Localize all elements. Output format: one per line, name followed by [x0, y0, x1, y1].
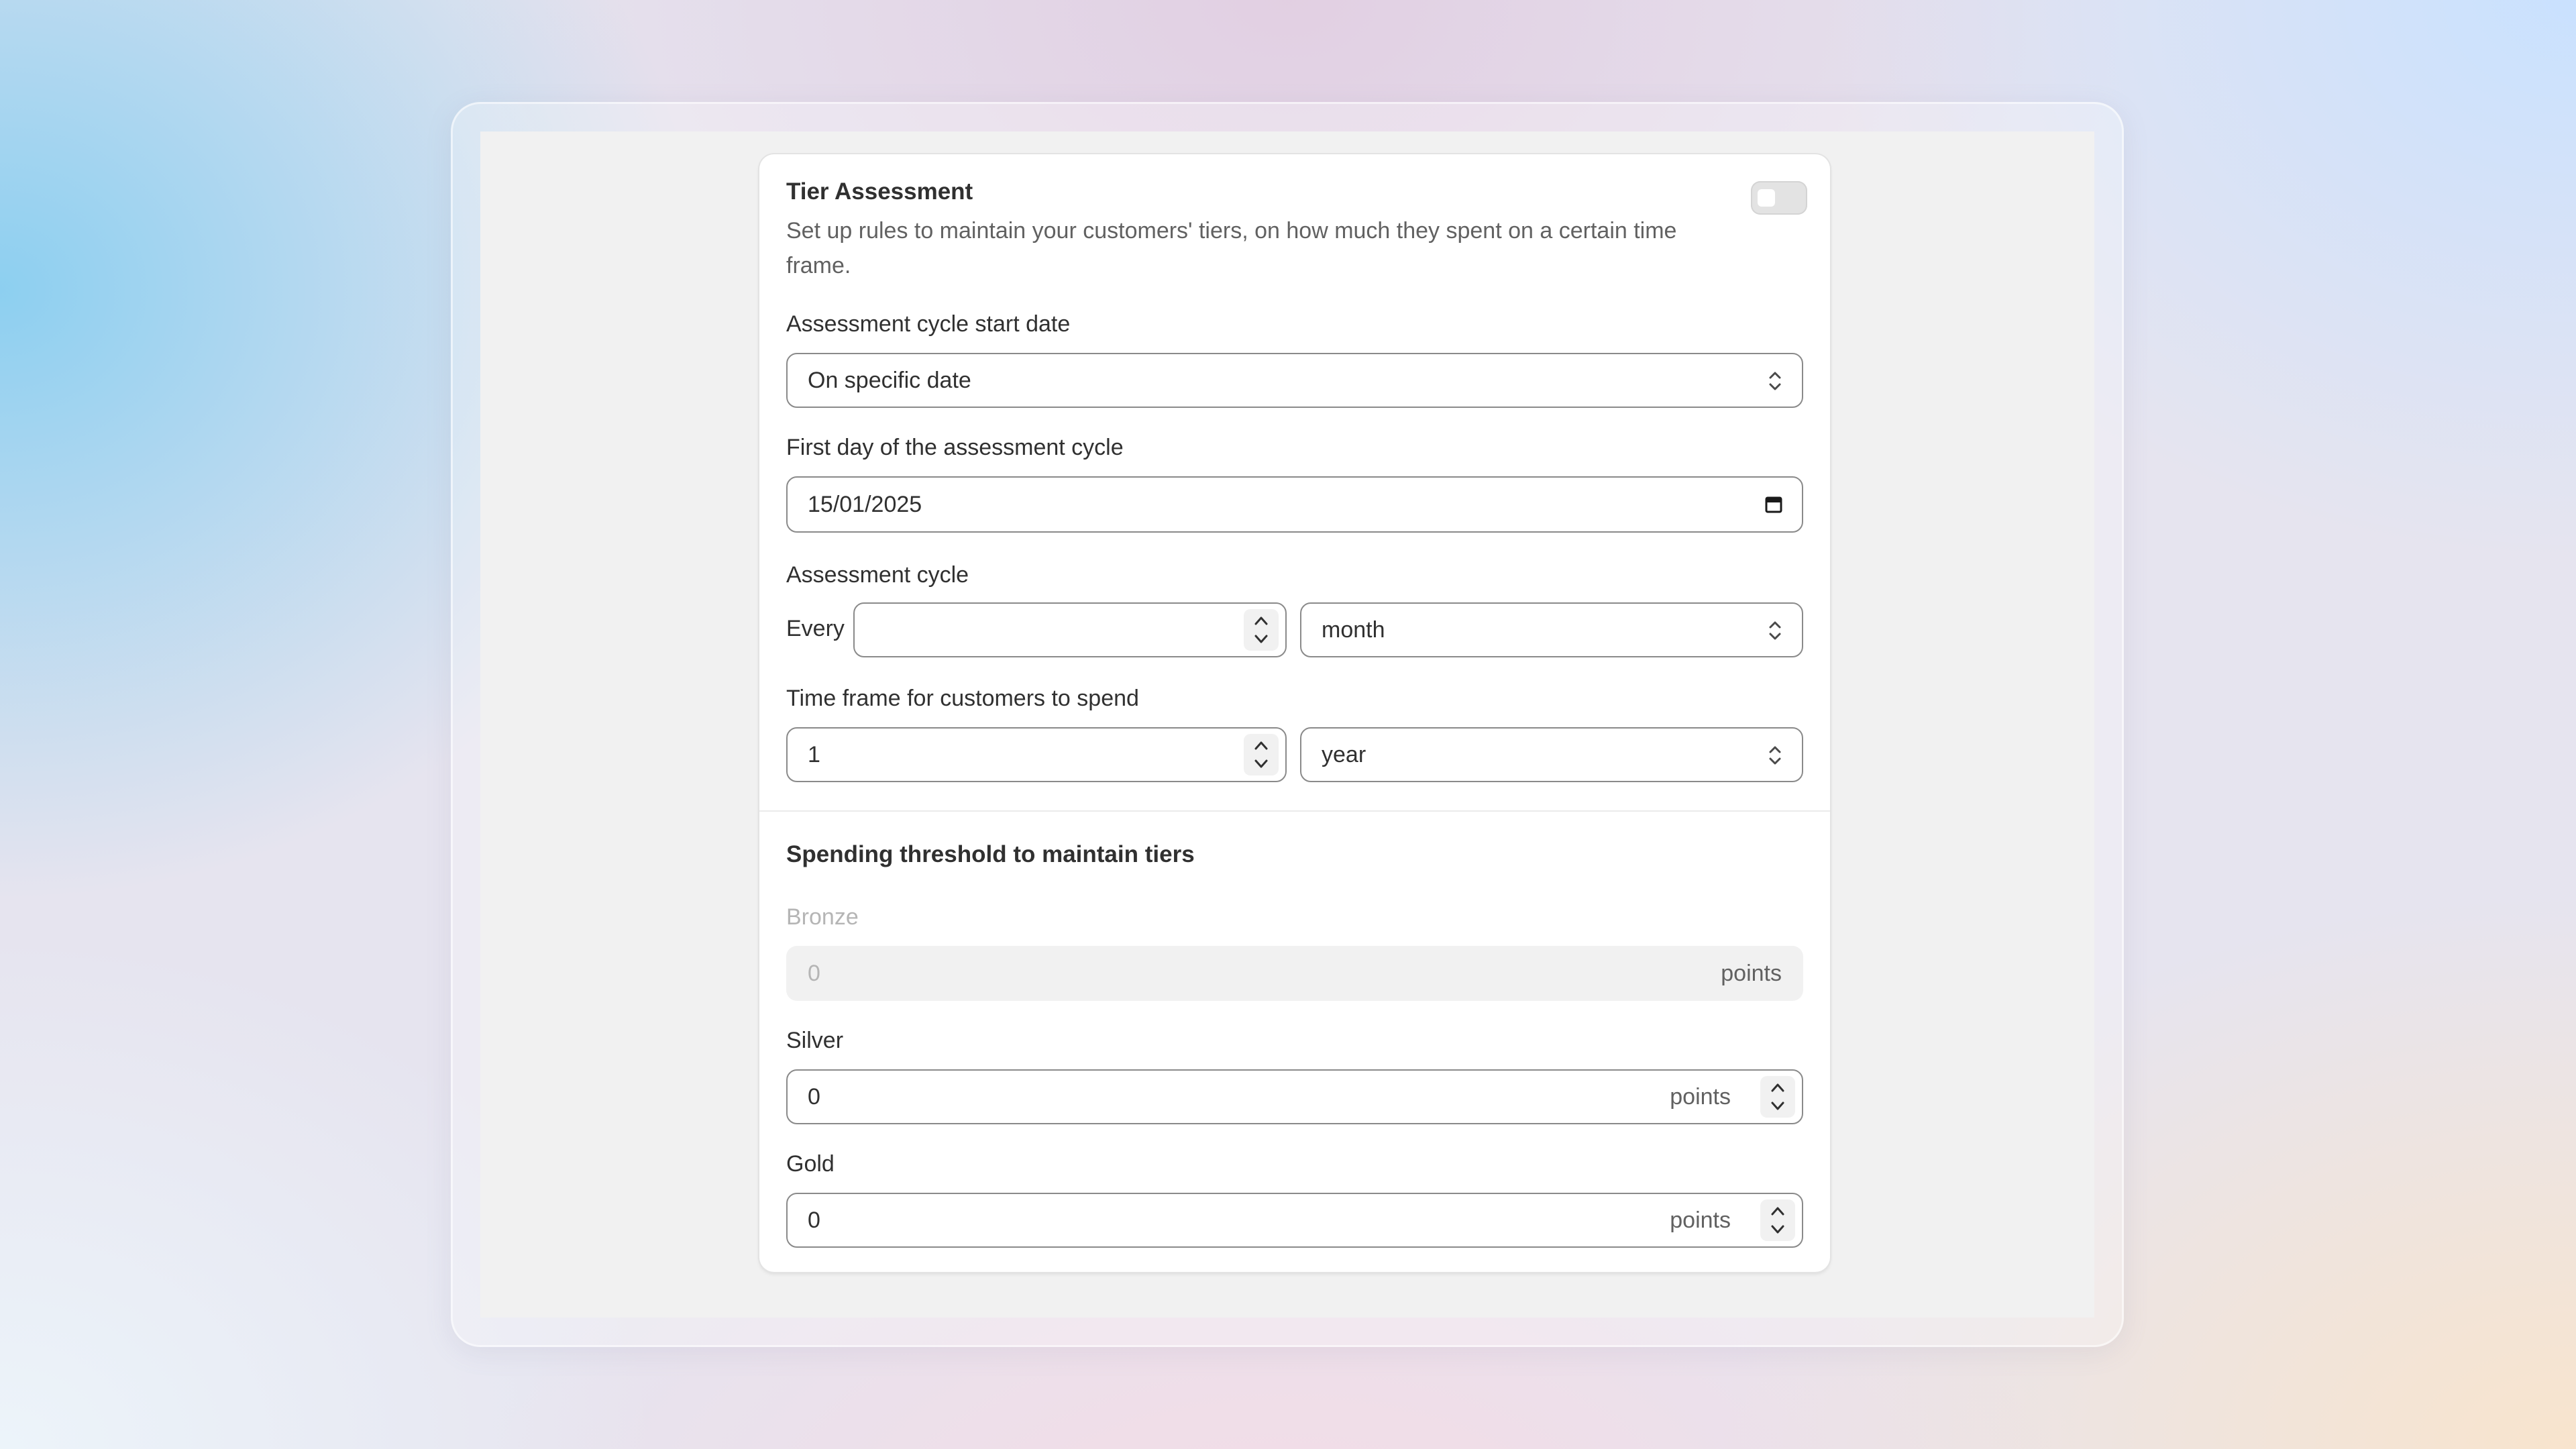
- card-title: Tier Assessment: [786, 178, 973, 205]
- tier-gold-value: 0: [808, 1208, 820, 1233]
- assessment-cycle-number-input[interactable]: [853, 602, 1287, 657]
- time-frame-stepper[interactable]: [1244, 734, 1279, 775]
- cycle-start-value: On specific date: [808, 368, 971, 393]
- first-day-date-input[interactable]: 15/01/2025: [786, 476, 1803, 533]
- tier-silver-value: 0: [808, 1084, 820, 1110]
- tier-gold-input[interactable]: 0 points: [786, 1193, 1803, 1248]
- tier-gold-suffix: points: [1670, 1208, 1731, 1233]
- tier-silver-input[interactable]: 0 points: [786, 1069, 1803, 1124]
- tier-assessment-toggle[interactable]: [1751, 181, 1807, 215]
- tier-silver-stepper[interactable]: [1760, 1076, 1795, 1118]
- calendar-icon[interactable]: [1764, 495, 1783, 514]
- app-screen: Tier Assessment Set up rules to maintain…: [480, 131, 2094, 1318]
- time-frame-label: Time frame for customers to spend: [786, 686, 1139, 711]
- tier-bronze-label: Bronze: [786, 904, 859, 930]
- select-chevrons-icon: [1769, 372, 1781, 390]
- tier-bronze-input: 0 points: [786, 946, 1803, 1001]
- every-prefix: Every: [786, 616, 845, 641]
- tier-bronze-value: 0: [808, 961, 820, 986]
- tier-gold-stepper[interactable]: [1760, 1199, 1795, 1241]
- time-frame-value: 1: [808, 742, 820, 767]
- stepper-arrows-icon: [1254, 741, 1268, 768]
- tier-gold-label: Gold: [786, 1151, 835, 1177]
- cycle-start-select[interactable]: On specific date: [786, 353, 1803, 408]
- tier-bronze-suffix: points: [1721, 961, 1782, 986]
- select-chevrons-icon: [1769, 746, 1781, 765]
- assessment-cycle-stepper[interactable]: [1244, 609, 1279, 651]
- assessment-cycle-unit-value: month: [1322, 617, 1385, 643]
- tier-silver-suffix: points: [1670, 1084, 1731, 1110]
- assessment-cycle-label: Assessment cycle: [786, 562, 969, 588]
- assessment-cycle-unit-select[interactable]: month: [1300, 602, 1803, 657]
- section-divider: [759, 810, 1830, 812]
- card-description: Set up rules to maintain your customers'…: [786, 218, 1677, 278]
- tier-silver-label: Silver: [786, 1028, 844, 1053]
- stepper-arrows-icon: [1254, 616, 1268, 643]
- first-day-value: 15/01/2025: [808, 492, 922, 517]
- first-day-label: First day of the assessment cycle: [786, 435, 1124, 460]
- time-frame-number-input[interactable]: 1: [786, 727, 1287, 782]
- threshold-heading: Spending threshold to maintain tiers: [786, 841, 1195, 867]
- time-frame-unit-value: year: [1322, 742, 1366, 767]
- tier-assessment-card: Tier Assessment Set up rules to maintain…: [759, 154, 1830, 1272]
- toggle-knob: [1758, 189, 1775, 207]
- time-frame-unit-select[interactable]: year: [1300, 727, 1803, 782]
- stepper-arrows-icon: [1771, 1207, 1784, 1234]
- assessment-settings-section: Tier Assessment Set up rules to maintain…: [759, 154, 1830, 810]
- select-chevrons-icon: [1769, 621, 1781, 640]
- stepper-arrows-icon: [1771, 1083, 1784, 1110]
- cycle-start-label: Assessment cycle start date: [786, 311, 1071, 337]
